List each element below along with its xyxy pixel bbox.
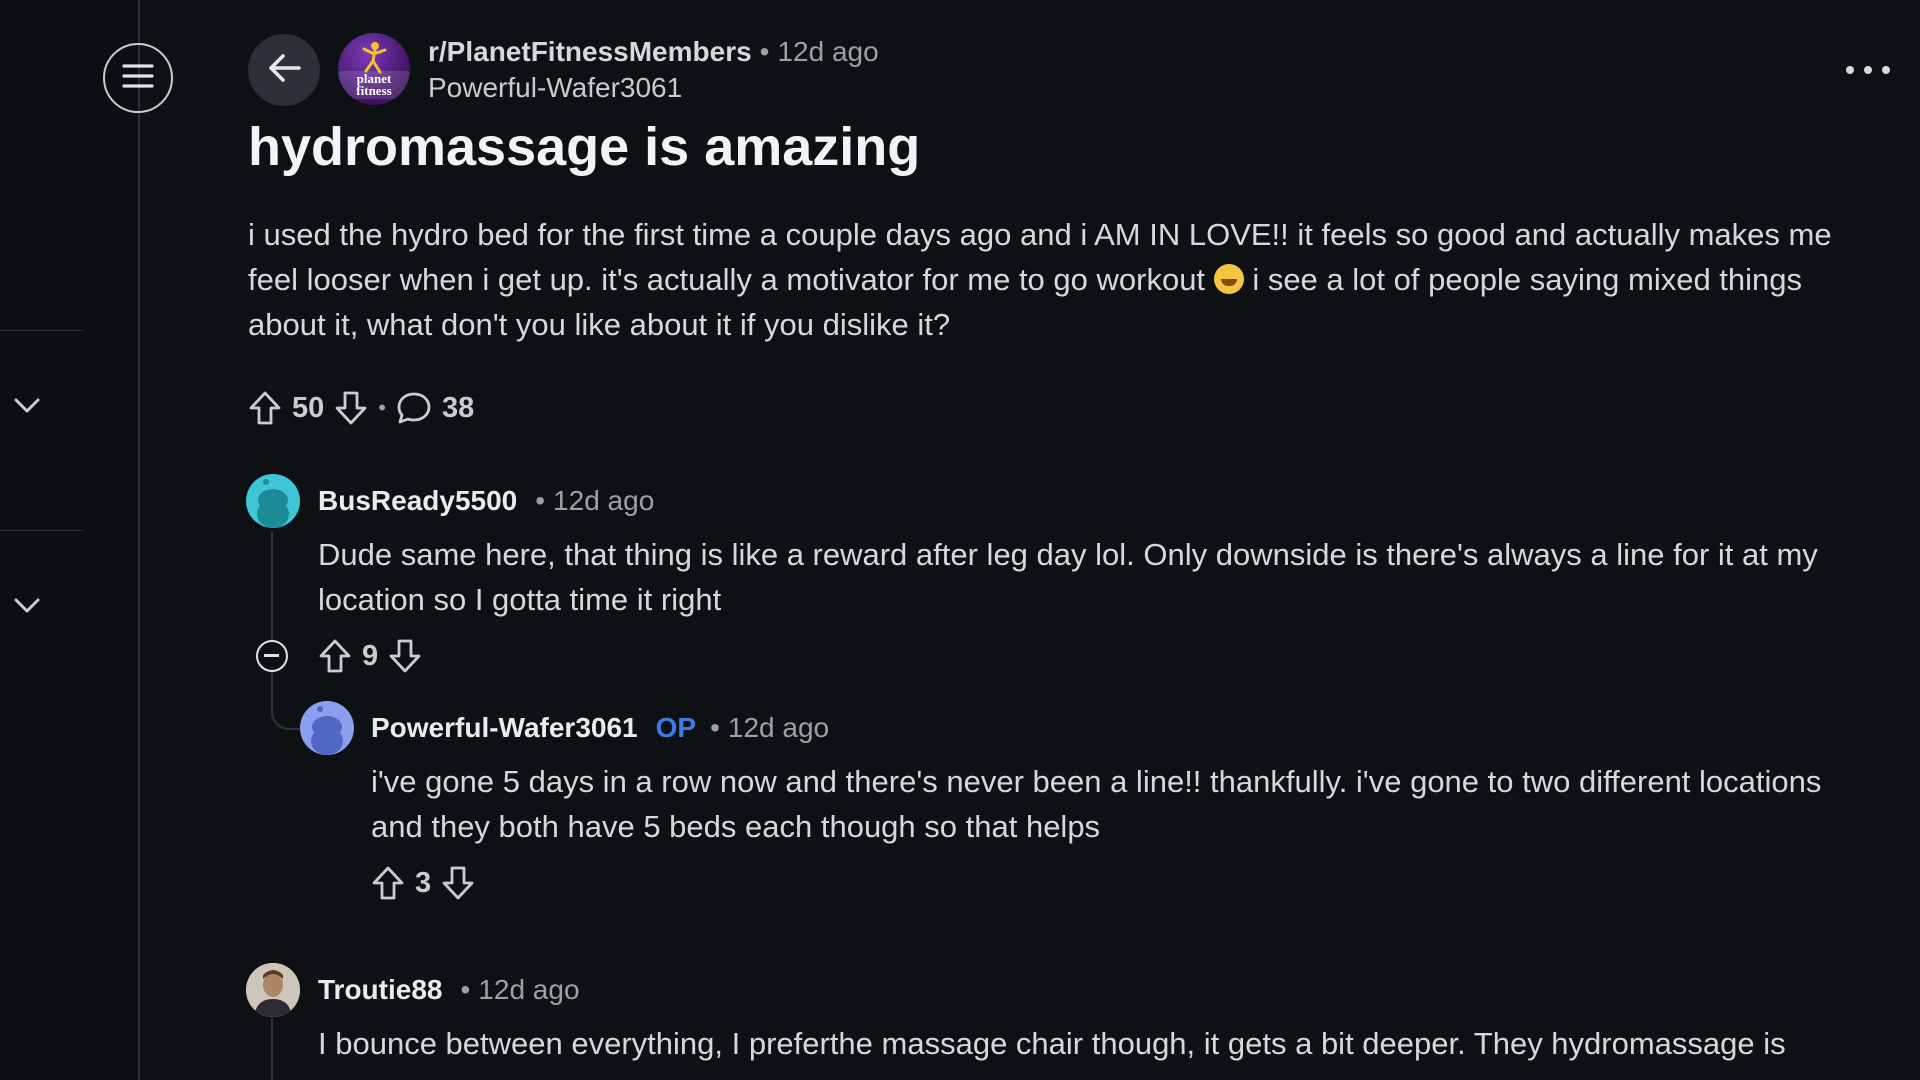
thread-connector	[271, 672, 303, 730]
upvote-arrow-icon[interactable]	[371, 865, 405, 901]
comment-vote-count: 9	[362, 639, 379, 672]
op-badge: OP	[655, 712, 697, 743]
downvote-arrow-icon[interactable]	[441, 865, 475, 901]
laughing-emoji-icon	[1213, 264, 1244, 294]
separator-dot: •	[460, 974, 471, 1005]
thread-line	[271, 1018, 273, 1080]
user-photo-avatar	[246, 963, 300, 1017]
post-comment-count: 38	[441, 391, 475, 424]
subreddit-name[interactable]: r/PlanetFitnessMembers	[428, 36, 752, 67]
post-title: hydromassage is amazing	[248, 117, 921, 177]
comment-header: Powerful-Wafer3061 OP • 12d ago	[371, 710, 829, 746]
comment-header: BusReady5500 • 12d ago	[318, 483, 654, 519]
separator-dot: •	[759, 36, 770, 67]
avatar[interactable]	[246, 474, 300, 528]
thread-line	[271, 532, 273, 640]
post-author[interactable]: Powerful-Wafer3061	[428, 70, 682, 106]
hamburger-menu-icon	[122, 63, 154, 94]
snoo-avatar-icon	[311, 706, 343, 755]
more-options-icon	[1846, 66, 1854, 74]
rail-separator	[0, 530, 84, 531]
post-vote-count: 50	[292, 391, 325, 424]
more-options-icon	[1882, 66, 1890, 74]
left-rail	[0, 0, 140, 1080]
avatar[interactable]	[246, 963, 300, 1017]
comment-vote-count: 3	[415, 866, 432, 899]
fitness-figure-icon	[362, 42, 387, 74]
comment-time: 12d ago	[478, 974, 580, 1005]
post-body: i used the hydro bed for the first time …	[248, 212, 1868, 347]
hamburger-menu-button[interactable]	[103, 43, 173, 113]
comment-bubble-icon[interactable]	[396, 391, 432, 425]
comment-body: Dude same here, that thing is like a rew…	[318, 537, 1818, 617]
comment-body: i've gone 5 days in a row now and there'…	[371, 764, 1822, 844]
comment-username[interactable]: Powerful-Wafer3061	[371, 712, 638, 743]
separator-dot: •	[378, 395, 386, 420]
comment-username[interactable]: BusReady5500	[318, 485, 517, 516]
downvote-arrow-icon[interactable]	[388, 638, 422, 674]
comment-username[interactable]: Troutie88	[318, 974, 442, 1005]
back-button[interactable]	[248, 34, 320, 106]
separator-dot: •	[710, 712, 720, 743]
downvote-arrow-icon[interactable]	[334, 390, 368, 426]
more-options-icon	[1864, 66, 1872, 74]
collapse-thread-icon[interactable]	[256, 640, 288, 672]
chevron-down-icon[interactable]	[12, 390, 42, 420]
comment-body: I bounce between everything, I preferthe…	[318, 1026, 1786, 1061]
upvote-arrow-icon[interactable]	[248, 390, 282, 426]
comment-actions: 9	[318, 638, 422, 674]
comment-actions: 3	[371, 865, 475, 901]
chevron-down-icon[interactable]	[12, 590, 42, 620]
post-time: 12d ago	[777, 36, 879, 67]
separator-dot: •	[535, 485, 546, 516]
back-arrow-icon	[267, 53, 301, 88]
subreddit-avatar[interactable]: planet fitness	[338, 33, 410, 105]
avatar[interactable]	[300, 701, 354, 755]
post-meta: r/PlanetFitnessMembers • 12d ago	[428, 34, 879, 70]
upvote-arrow-icon[interactable]	[318, 638, 352, 674]
rail-separator	[0, 330, 84, 331]
comment-time: 12d ago	[553, 485, 655, 516]
rail-divider	[138, 0, 140, 1080]
snoo-avatar-icon	[257, 479, 289, 528]
post-actions: 50 • 38	[248, 390, 474, 426]
more-options-button[interactable]	[1846, 55, 1890, 85]
comment-time: 12d ago	[727, 712, 830, 743]
comment-header: Troutie88 • 12d ago	[318, 972, 580, 1008]
